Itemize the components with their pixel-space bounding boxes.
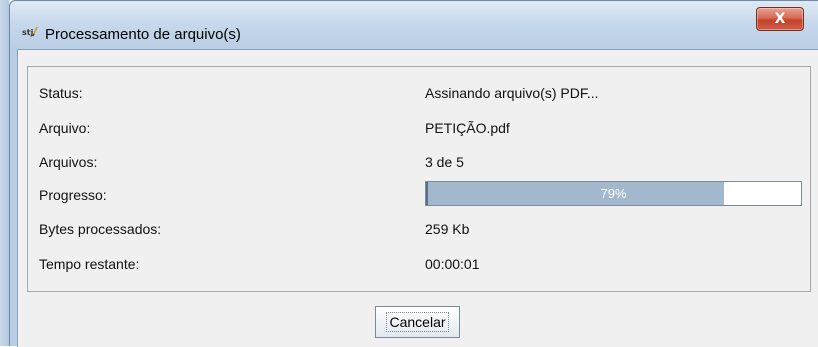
cancel-button[interactable]: Cancelar (375, 306, 460, 338)
bytes-processed-label: Bytes processados: (39, 221, 162, 237)
title-bar[interactable]: stj Processamento de arquivo(s) X (10, 1, 818, 49)
file-value: PETIÇÃO.pdf (425, 120, 510, 136)
close-button[interactable]: X (756, 7, 804, 31)
details-panel: Status: Assinando arquivo(s) PDF... Arqu… (27, 66, 811, 292)
time-remaining-value: 00:00:01 (425, 256, 480, 272)
dialog-content: Status: Assinando arquivo(s) PDF... Arqu… (17, 49, 818, 347)
files-count-value: 3 de 5 (425, 154, 464, 170)
close-icon: X (774, 11, 786, 27)
file-label: Arquivo: (39, 120, 91, 136)
files-count-label: Arquivos: (39, 154, 98, 170)
progress-percent-text: 79% (600, 186, 627, 201)
status-label: Status: (39, 85, 83, 101)
status-value: Assinando arquivo(s) PDF... (425, 85, 599, 101)
svg-text:stj: stj (22, 28, 34, 37)
window-title: Processamento de arquivo(s) (45, 26, 241, 43)
background-window-edge (0, 0, 9, 346)
cancel-button-label: Cancelar (386, 312, 449, 332)
bytes-processed-value: 259 Kb (425, 221, 470, 237)
dialog-window: stj Processamento de arquivo(s) X Status… (9, 0, 818, 347)
progress-label: Progresso: (39, 187, 107, 203)
time-remaining-label: Tempo restante: (39, 256, 140, 272)
stj-app-icon: stj (22, 26, 38, 37)
progress-bar: 79% (425, 181, 802, 206)
